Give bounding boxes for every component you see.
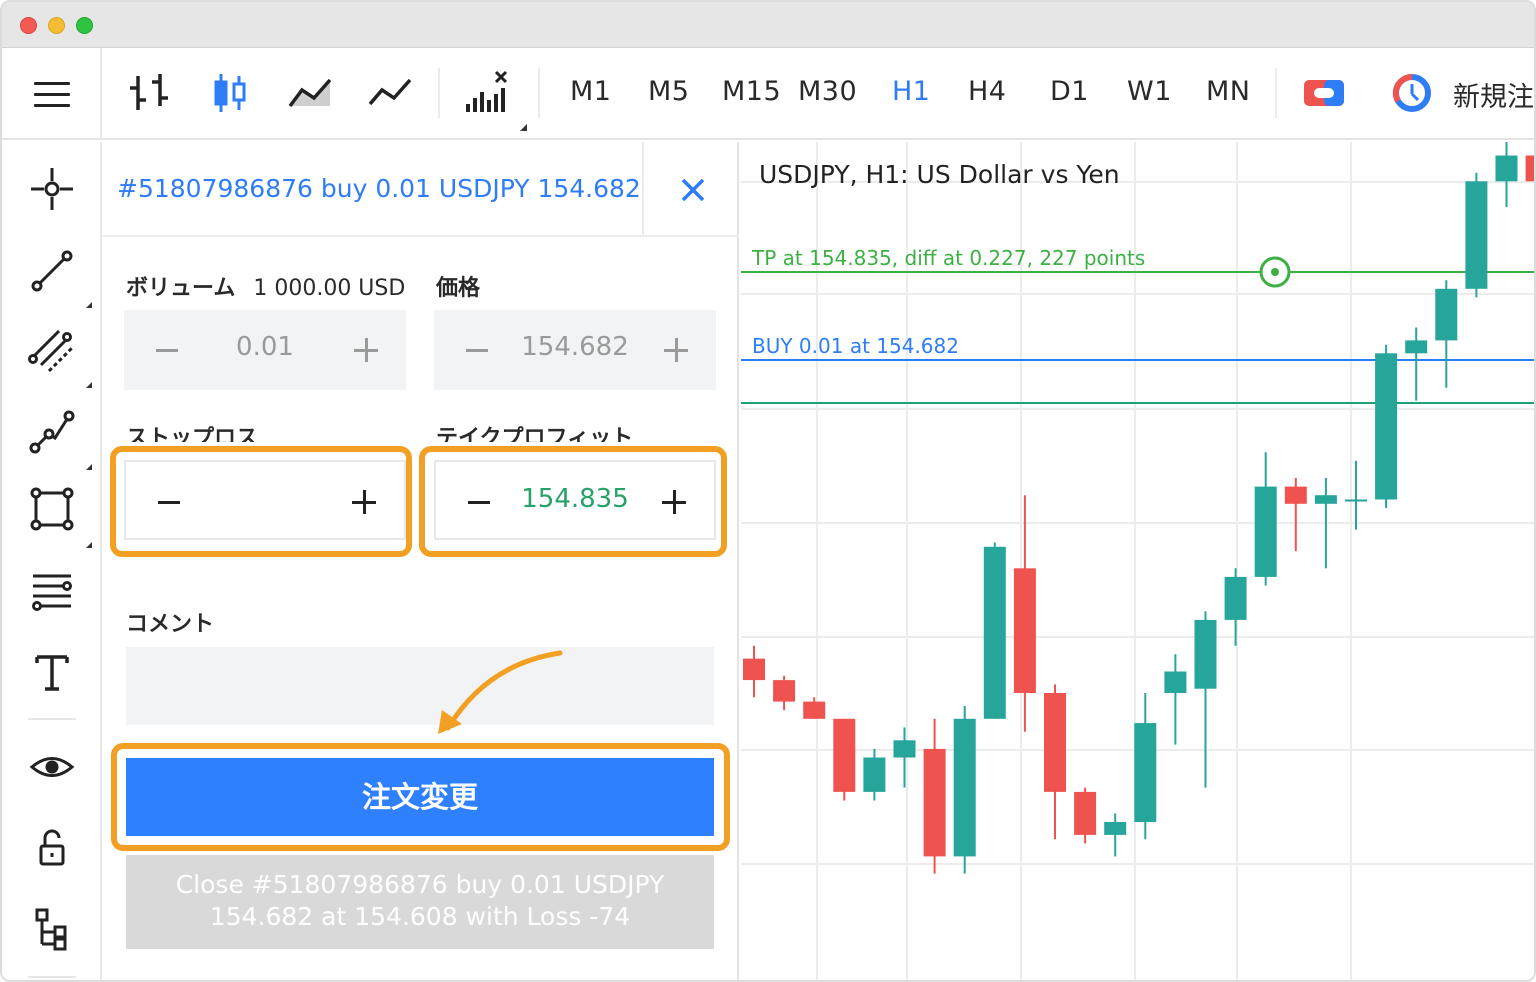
rectangle-icon[interactable] <box>27 484 77 534</box>
object-tree-icon[interactable] <box>27 904 77 954</box>
candle-body <box>1224 576 1247 620</box>
crosshair-icon[interactable] <box>27 164 77 214</box>
timeframe-h1[interactable]: H1 <box>892 76 930 107</box>
pointer-arrow <box>438 650 563 734</box>
comment-label: コメント <box>126 612 215 637</box>
candle-body <box>1104 822 1127 835</box>
price-value: 154.682 <box>521 332 629 362</box>
volume-usd-value: 1 000.00 USD <box>253 276 406 301</box>
price-increase-button[interactable] <box>636 310 716 390</box>
unlock-icon[interactable] <box>27 824 77 874</box>
buy-line-label: BUY 0.01 at 154.682 <box>752 334 959 358</box>
candle-body <box>863 757 886 792</box>
order-modify-panel: #51807986876 buy 0.01 USDJPY 154.682 ボリュ… <box>102 142 739 980</box>
candle-body <box>1284 486 1307 504</box>
candle-body <box>803 701 826 719</box>
panel-close-button[interactable] <box>642 142 739 237</box>
stoploss-stepper <box>124 460 406 540</box>
candle-body <box>1164 671 1187 693</box>
volume-stepper: 0.01 <box>124 310 406 390</box>
candle-body <box>1465 181 1488 289</box>
price-decrease-button[interactable] <box>434 310 514 390</box>
candle-body <box>1405 340 1428 354</box>
parallel-channel-icon[interactable] <box>27 325 77 375</box>
candle-body <box>773 680 796 702</box>
window-minimize-dot[interactable] <box>48 17 65 34</box>
candle-body <box>1495 155 1518 182</box>
takeprofit-input[interactable]: 154.835 <box>516 484 634 514</box>
price-label: 価格 <box>436 276 481 301</box>
volume-decrease-button[interactable] <box>124 310 204 390</box>
line-chart-icon[interactable] <box>366 70 414 116</box>
bar-chart-icon[interactable] <box>126 70 174 116</box>
takeprofit-stepper: 154.835 <box>434 460 716 540</box>
timeframe-h4[interactable]: H4 <box>968 76 1006 107</box>
candle-body <box>743 658 765 681</box>
candle-body <box>1074 791 1097 835</box>
candle-body <box>1013 568 1036 693</box>
candle-body <box>1194 619 1217 689</box>
new-order-button[interactable]: 新規注 <box>1453 75 1534 114</box>
candle-body <box>1345 499 1367 502</box>
candle-body <box>1044 693 1066 792</box>
area-chart-icon[interactable] <box>286 70 334 116</box>
comment-input[interactable] <box>126 647 714 725</box>
volume-increase-button[interactable] <box>326 310 406 390</box>
tp-line-label: TP at 154.835, diff at 0.227, 227 points <box>752 246 1146 270</box>
timeframe-d1[interactable]: D1 <box>1050 76 1089 107</box>
price-chart[interactable]: USDJPY, H1: US Dollar vs Yen TP at 154.8… <box>741 142 1534 980</box>
candle-body <box>1314 495 1337 504</box>
close-icon <box>681 178 705 202</box>
title-bar <box>2 2 1534 48</box>
candle-body <box>1134 723 1157 822</box>
text-icon[interactable] <box>27 647 77 697</box>
trend-line-icon[interactable] <box>27 246 77 296</box>
stoploss-label: ストップロス <box>126 426 259 442</box>
panel-header: #51807986876 buy 0.01 USDJPY 154.682 <box>102 142 739 237</box>
one-click-trading-icon[interactable] <box>1300 70 1348 116</box>
close-position-button[interactable]: Close #51807986876 buy 0.01 USDJPY 154.6… <box>126 855 714 949</box>
takeprofit-decrease-button[interactable] <box>436 462 516 542</box>
timeframe-m30[interactable]: M30 <box>798 76 857 107</box>
timeframe-mn[interactable]: MN <box>1206 76 1251 107</box>
eye-icon[interactable] <box>27 742 77 792</box>
candle-body <box>893 740 916 758</box>
window-close-dot[interactable] <box>20 17 37 34</box>
candlestick-chart-icon[interactable] <box>207 70 255 116</box>
timeframe-m5[interactable]: M5 <box>648 76 689 107</box>
menu-icon[interactable] <box>2 48 102 140</box>
candle-body <box>1435 288 1458 341</box>
candle-body <box>1375 353 1398 500</box>
candle-body <box>983 546 1006 719</box>
timeframe-m15[interactable]: M15 <box>722 76 781 107</box>
close-position-line2: 154.682 at 154.608 with Loss -74 <box>209 902 631 931</box>
stoploss-decrease-button[interactable] <box>126 462 206 542</box>
candle-body <box>1525 155 1534 182</box>
takeprofit-label: テイクプロフィット <box>436 426 634 442</box>
candle-body <box>1254 486 1277 577</box>
price-stepper: 154.682 <box>434 310 716 390</box>
top-toolbar: M1 M5 M15 M30 H1 H4 D1 W1 MN 新規注 <box>2 48 1534 140</box>
timeframe-w1[interactable]: W1 <box>1127 76 1172 107</box>
stoploss-increase-button[interactable] <box>324 462 404 542</box>
candle-body <box>833 718 856 792</box>
volume-value: 0.01 <box>236 332 294 362</box>
drawing-toolbar <box>2 142 102 980</box>
path-icon[interactable] <box>27 406 77 456</box>
candle-body <box>953 718 976 857</box>
window-maximize-dot[interactable] <box>76 17 93 34</box>
timeframe-m1[interactable]: M1 <box>570 76 611 107</box>
fibonacci-icon[interactable] <box>27 566 77 616</box>
tp-drag-handle-dot <box>1271 268 1279 276</box>
close-position-line1: Close #51807986876 buy 0.01 USDJPY <box>175 870 665 899</box>
candle-body <box>923 748 946 857</box>
chart-title: USDJPY, H1: US Dollar vs Yen <box>759 160 1120 189</box>
indicators-icon[interactable] <box>462 70 510 116</box>
app-window: M1 M5 M15 M30 H1 H4 D1 W1 MN 新規注 #518079… <box>0 0 1536 982</box>
modify-order-button[interactable]: 注文変更 <box>126 758 714 836</box>
volume-label: ボリューム 1 000.00 USD <box>126 276 406 301</box>
order-title: #51807986876 buy 0.01 USDJPY 154.682 <box>117 174 641 203</box>
new-order-icon[interactable] <box>1388 70 1436 116</box>
takeprofit-increase-button[interactable] <box>634 462 714 542</box>
